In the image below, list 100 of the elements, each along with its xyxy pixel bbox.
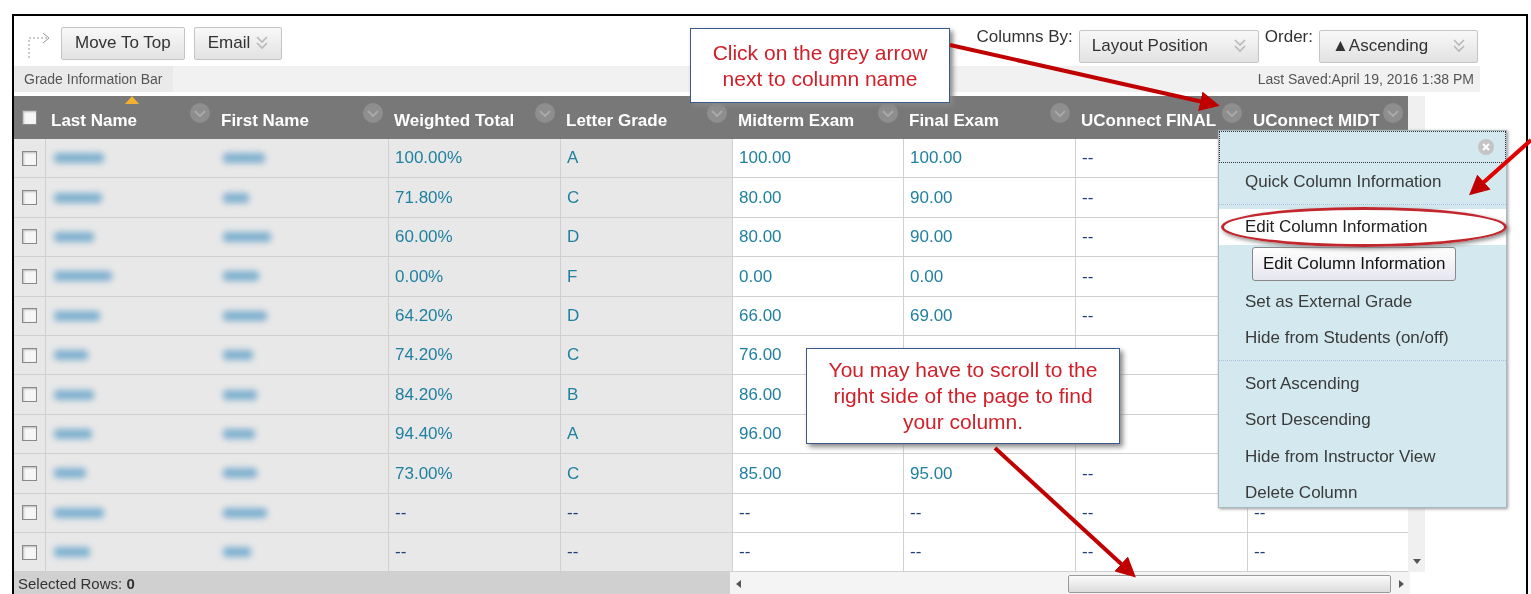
blurred-name: [54, 389, 94, 400]
blurred-name: [54, 507, 104, 518]
blurred-name: [54, 468, 86, 479]
blurred-name: [223, 231, 271, 242]
table-cell: 95.00: [903, 454, 1075, 494]
table-cell: F: [560, 257, 732, 297]
row-checkbox[interactable]: [22, 544, 37, 560]
table-cell: --: [1075, 532, 1247, 573]
table-cell: A: [560, 414, 732, 455]
column-title: Last Name: [51, 109, 137, 132]
table-cell: --: [1247, 532, 1408, 573]
sort-indicator-icon: [125, 96, 139, 104]
toolbar-button[interactable]: Move To Top: [61, 26, 185, 60]
table-cell: 0.00%: [388, 257, 560, 297]
table-cell: 80.00: [732, 178, 903, 218]
table-cell: 94.40%: [388, 414, 560, 455]
table-cell: 90.00: [903, 178, 1075, 218]
row-checkbox[interactable]: [22, 190, 37, 206]
column-header[interactable]: UConnect MIDT: [1247, 96, 1408, 139]
chevron-icon: [1453, 39, 1465, 53]
toolbar-button[interactable]: Email: [193, 26, 283, 60]
blurred-name: [223, 153, 265, 164]
table-cell: --: [732, 493, 903, 533]
menu-item[interactable]: Sort Descending: [1219, 401, 1506, 438]
table-cell: 69.00: [903, 296, 1075, 336]
table-cell: 90.00: [903, 217, 1075, 258]
order-select[interactable]: ▲Ascending: [1319, 29, 1478, 63]
blurred-name: [54, 547, 90, 558]
table-cell: C: [560, 335, 732, 376]
column-title: UConnect FINAL: [1081, 109, 1217, 132]
table-cell: A: [560, 139, 732, 179]
blurred-name: [223, 389, 257, 400]
blurred-name: [223, 507, 267, 518]
blurred-name: [54, 231, 94, 242]
table-cell: 100.00: [903, 139, 1075, 179]
column-menu-icon[interactable]: [877, 101, 899, 124]
column-title: Midterm Exam: [738, 109, 855, 132]
menu-item[interactable]: Sort Ascending: [1219, 365, 1506, 402]
table-cell: 80.00: [732, 217, 903, 258]
chevron-icon: [1233, 39, 1246, 53]
blurred-name: [223, 468, 257, 479]
scroll-thumb[interactable]: [1068, 575, 1391, 594]
annotation-callout: Click on the grey arrow next to column name: [690, 28, 950, 103]
column-menu-icon[interactable]: [706, 101, 728, 124]
close-icon[interactable]: [1477, 138, 1495, 156]
column-header[interactable]: UConnect FINAL: [1075, 96, 1247, 139]
table-cell: 0.00: [903, 257, 1075, 297]
row-checkbox[interactable]: [22, 229, 37, 245]
blurred-name: [223, 271, 259, 282]
columns-by-select[interactable]: Layout Position: [1078, 29, 1259, 63]
selected-rows-text: Selected Rows: 0: [18, 574, 135, 594]
row-checkbox[interactable]: [22, 268, 37, 284]
table-cell: 85.00: [732, 454, 903, 494]
table-cell: 66.00: [732, 296, 903, 336]
table-cell: --: [903, 493, 1075, 533]
tooltip: Edit Column Information: [1252, 247, 1457, 281]
table-cell: C: [560, 454, 732, 494]
table-cell: 73.00%: [388, 454, 560, 494]
row-checkbox[interactable]: [22, 150, 37, 166]
order-label: Order:: [1264, 25, 1313, 48]
table-cell: D: [560, 217, 732, 258]
table-cell: 60.00%: [388, 217, 560, 258]
scroll-down-icon[interactable]: [1412, 559, 1421, 564]
annotation-callout: You may have to scroll to the right side of the page to find your column.: [806, 348, 1120, 444]
table-cell: 71.80%: [388, 178, 560, 218]
table-cell: --: [560, 532, 732, 573]
row-checkbox[interactable]: [22, 308, 37, 324]
table-cell: --: [388, 493, 560, 533]
column-title: Final Exam: [909, 109, 999, 132]
table-cell: C: [560, 178, 732, 218]
row-checkbox[interactable]: [22, 110, 37, 125]
column-header[interactable]: Weighted Total: [388, 96, 560, 139]
blurred-name: [54, 192, 102, 203]
horizontal-scrollbar[interactable]: [730, 572, 1410, 594]
annotation-arrow: [1469, 138, 1531, 196]
table-cell: 64.20%: [388, 296, 560, 336]
blurred-name: [223, 428, 255, 439]
column-header[interactable]: Last Name: [45, 96, 215, 139]
menu-item[interactable]: Edit Column Information: [1219, 208, 1506, 245]
blurred-name: [223, 350, 253, 361]
row-checkbox[interactable]: [22, 465, 37, 481]
column-header[interactable]: First Name: [215, 96, 388, 139]
column-title: Weighted Total: [394, 109, 515, 132]
scroll-right-icon[interactable]: [1399, 580, 1404, 589]
column-title: First Name: [221, 109, 309, 132]
table-cell: 74.20%: [388, 335, 560, 376]
row-checkbox[interactable]: [22, 426, 37, 442]
blurred-name: [54, 271, 112, 282]
table-cell: B: [560, 375, 732, 415]
table-cell: 0.00: [732, 257, 903, 297]
table-cell: --: [903, 532, 1075, 573]
columns-by-label: Columns By:: [976, 25, 1073, 48]
row-checkbox[interactable]: [22, 505, 37, 521]
row-checkbox[interactable]: [22, 387, 37, 403]
blurred-name: [54, 428, 92, 439]
table-cell: D: [560, 296, 732, 336]
row-checkbox[interactable]: [22, 347, 37, 363]
column-title: Letter Grade: [566, 109, 668, 132]
table-cell: 84.20%: [388, 375, 560, 415]
scroll-left-icon[interactable]: [736, 580, 741, 589]
